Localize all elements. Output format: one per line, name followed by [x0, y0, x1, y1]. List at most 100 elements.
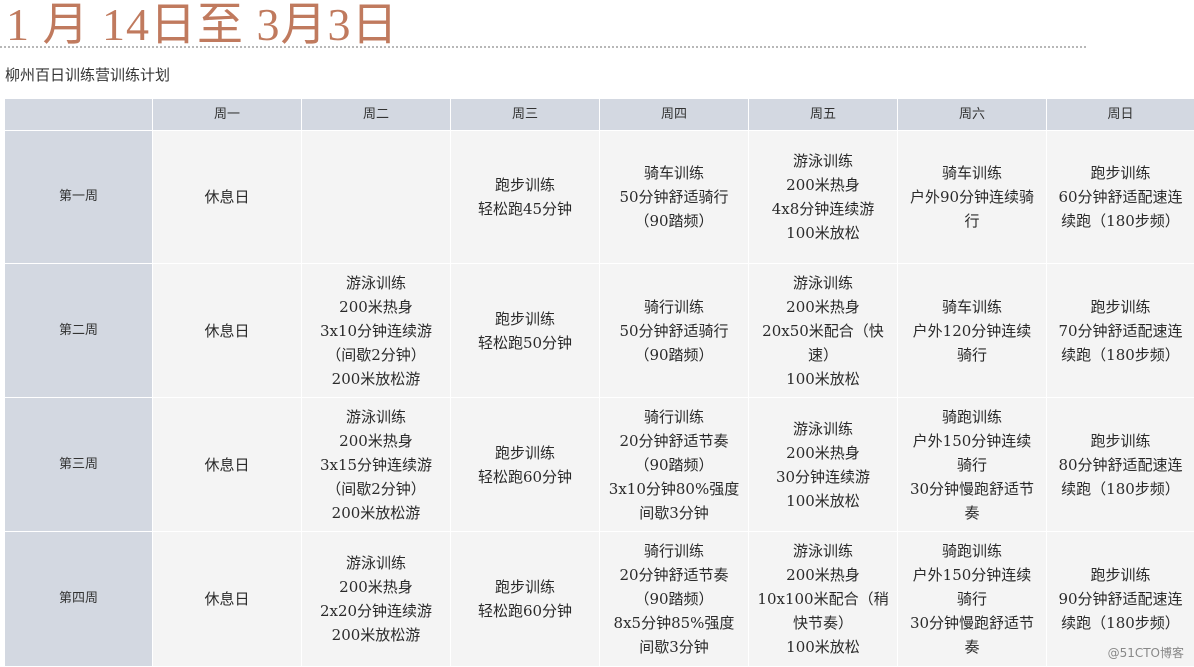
- plan-cell-line: 200米热身: [786, 443, 860, 462]
- plan-cell: 骑行训练 50分钟舒适骑行 （90踏频）: [599, 263, 749, 398]
- plan-cell-line: 骑车训练: [941, 297, 1002, 316]
- plan-cell: 游泳训练 200米热身 10x100米配合（稍 快节奏） 100米放松: [748, 531, 898, 667]
- watermark: @51CTO博客: [1107, 646, 1184, 660]
- plan-cell-line: 间歇3分钟: [639, 638, 709, 656]
- plan-cell-line: 30分钟慢跑舒适节: [909, 479, 1035, 498]
- plan-cell-line: 户外120分钟连续: [912, 321, 1032, 340]
- week-label: 第二周: [4, 263, 153, 398]
- plan-cell-line: 20x50米配合（快: [762, 321, 884, 340]
- day-header: 周三: [450, 98, 600, 131]
- plan-cell-line: 200米热身: [786, 297, 860, 316]
- plan-cell: 骑行训练 20分钟舒适节奏 （90踏频） 3x10分钟80%强度 间歇3分钟: [599, 397, 749, 532]
- plan-cell-line: 轻松跑45分钟: [477, 200, 573, 218]
- plan-cell-line: 50分钟舒适骑行: [619, 188, 729, 206]
- plan-cell-line: （90踏频）: [634, 590, 714, 608]
- plan-cell-line: 90分钟舒适配速连: [1058, 590, 1183, 608]
- plan-cell: 休息日: [152, 130, 302, 264]
- week-row: 第二周 休息日 游泳训练 200米热身 3x10分钟连续游 （间歇2分钟） 200米放松游 跑…: [4, 263, 1194, 398]
- week-row: 第一周 休息日 跑步训练 轻松跑45分钟 骑车训练 50分钟舒适骑行 （90踏频） 游泳训练 2…: [4, 130, 1194, 264]
- plan-cell-line: 间歇3分钟: [639, 503, 709, 522]
- plan-cell: 游泳训练 200米热身 20x50米配合（快 速） 100米放松: [748, 263, 898, 398]
- plan-cell-line: 80分钟舒适配速连: [1058, 455, 1183, 474]
- day-header: 周二: [301, 98, 451, 131]
- plan-cell: 游泳训练 200米热身 3x10分钟连续游 （间歇2分钟） 200米放松游: [301, 263, 451, 398]
- plan-cell-line: 骑车训练: [643, 164, 704, 182]
- plan-cell-line: （间歇2分钟）: [326, 345, 426, 364]
- plan-cell-line: 休息日: [204, 455, 250, 474]
- plan-cell-line: 户外150分钟连续: [912, 431, 1032, 450]
- plan-cell-line: 200米热身: [339, 297, 413, 316]
- plan-cell-line: 骑跑训练: [941, 407, 1002, 426]
- plan-cell-line: 3x10分钟连续游: [319, 321, 433, 340]
- plan-cell-line: 8x5分钟85%强度: [613, 614, 735, 632]
- plan-cell: 跑步训练 70分钟舒适配速连 续跑（180步频）: [1046, 263, 1194, 398]
- plan-cell-line: 200米热身: [786, 176, 860, 194]
- plan-cell-line: 游泳训练: [345, 554, 406, 572]
- plan-body: 第一周 休息日 跑步训练 轻松跑45分钟 骑车训练 50分钟舒适骑行 （90踏频） 游泳训练 2…: [4, 130, 1194, 667]
- plan-cell: 骑跑训练 户外150分钟连续 骑行 30分钟慢跑舒适节奏: [897, 531, 1047, 667]
- plan-subtitle: 柳州百日训练营训练计划: [5, 66, 171, 84]
- plan-cell-line: 30分钟连续游: [775, 467, 871, 486]
- plan-cell-line: 骑行: [956, 455, 987, 474]
- plan-cell-line: 游泳训练: [792, 542, 853, 560]
- plan-cell: 游泳训练 200米热身 2x20分钟连续游 200米放松游: [301, 531, 451, 667]
- plan-cell: 跑步训练 轻松跑60分钟: [450, 531, 600, 667]
- plan-cell-line: 奏: [964, 503, 980, 522]
- plan-cell: 休息日: [152, 531, 302, 667]
- plan-cell-line: 骑行训练: [643, 407, 704, 426]
- plan-cell-line: 骑行训练: [643, 542, 704, 560]
- plan-cell-line: 跑步训练: [494, 443, 555, 462]
- plan-cell-line: 200米放松游: [331, 503, 421, 522]
- plan-cell: 跑步训练 轻松跑60分钟: [450, 397, 600, 532]
- plan-cell-line: 跑步训练: [494, 578, 555, 596]
- plan-cell-line: 200米热身: [786, 566, 860, 584]
- plan-cell-line: 2x20分钟连续游: [319, 602, 433, 620]
- plan-cell-line: 200米热身: [339, 431, 413, 450]
- plan-cell-line: 户外150分钟连续: [912, 566, 1032, 584]
- plan-cell-line: 续跑（180步频）: [1061, 212, 1180, 230]
- day-header: 周日: [1046, 98, 1194, 131]
- plan-cell-line: 游泳训练: [345, 407, 406, 426]
- plan-cell-line: 续跑（180步频）: [1061, 479, 1180, 498]
- plan-cell: [301, 130, 451, 264]
- plan-cell: 跑步训练轻松跑45分钟: [450, 130, 600, 264]
- week-label: 第四周: [4, 531, 153, 667]
- plan-cell-line: 游泳训练: [792, 273, 853, 292]
- week-row: 第三周 休息日 游泳训练 200米热身 3x15分钟连续游 （间歇2分钟） 200米放松游 跑…: [4, 397, 1194, 532]
- plan-cell-line: 200米放松游: [331, 369, 421, 388]
- dotted-divider: [0, 46, 1086, 48]
- plan-cell: 游泳训练 200米热身 3x15分钟连续游 （间歇2分钟） 200米放松游: [301, 397, 451, 532]
- plan-cell-line: 奏: [964, 638, 980, 656]
- plan-cell: 骑车训练 50分钟舒适骑行 （90踏频）: [599, 130, 749, 264]
- plan-cell-line: 60分钟舒适配速连: [1058, 188, 1183, 206]
- week-label: 第三周: [4, 397, 153, 532]
- plan-cell-line: 跑步训练: [494, 176, 555, 194]
- plan-cell-line: 3x15分钟连续游: [319, 455, 433, 474]
- plan-cell-line: 10x100米配合（稍: [757, 590, 889, 608]
- plan-cell-line: 4x8分钟连续游: [771, 200, 875, 218]
- plan-cell-line: （90踏频）: [634, 212, 714, 230]
- plan-cell-line: 100米放松: [786, 491, 860, 510]
- plan-cell-line: 20分钟舒适节奏: [619, 566, 729, 584]
- plan-cell-line: 骑行: [956, 345, 987, 364]
- day-header: 周一: [152, 98, 302, 131]
- plan-cell-line: 骑跑训练: [941, 542, 1002, 560]
- plan-cell-line: 轻松跑50分钟: [477, 333, 573, 352]
- plan-cell: 骑车训练 户外90分钟连续骑行: [897, 130, 1047, 264]
- week-row: 第四周 休息日 游泳训练 200米热身 2x20分钟连续游 200米放松游 跑步训练 轻松跑6…: [4, 531, 1194, 667]
- plan-cell-line: 骑车训练: [941, 164, 1002, 182]
- plan-cell-line: 100米放松: [786, 224, 860, 242]
- plan-cell-line: 30分钟慢跑舒适节: [909, 614, 1035, 632]
- plan-cell-line: 跑步训练: [1090, 164, 1151, 182]
- plan-cell-line: （间歇2分钟）: [326, 479, 426, 498]
- plan-cell-line: 跑步训练: [1090, 566, 1151, 584]
- week-label: 第一周: [4, 130, 153, 264]
- plan-cell: 骑行训练 20分钟舒适节奏 （90踏频） 8x5分钟85%强度 间歇3分钟: [599, 531, 749, 667]
- plan-cell-line: 200米热身: [339, 578, 413, 596]
- day-header: 周五: [748, 98, 898, 131]
- corner-cell: [4, 98, 153, 131]
- plan-cell-line: 行: [964, 212, 980, 230]
- plan-cell: 跑步训练 轻松跑50分钟: [450, 263, 600, 398]
- day-header: 周六: [897, 98, 1047, 131]
- plan-cell: 游泳训练 200米热身 30分钟连续游 100米放松: [748, 397, 898, 532]
